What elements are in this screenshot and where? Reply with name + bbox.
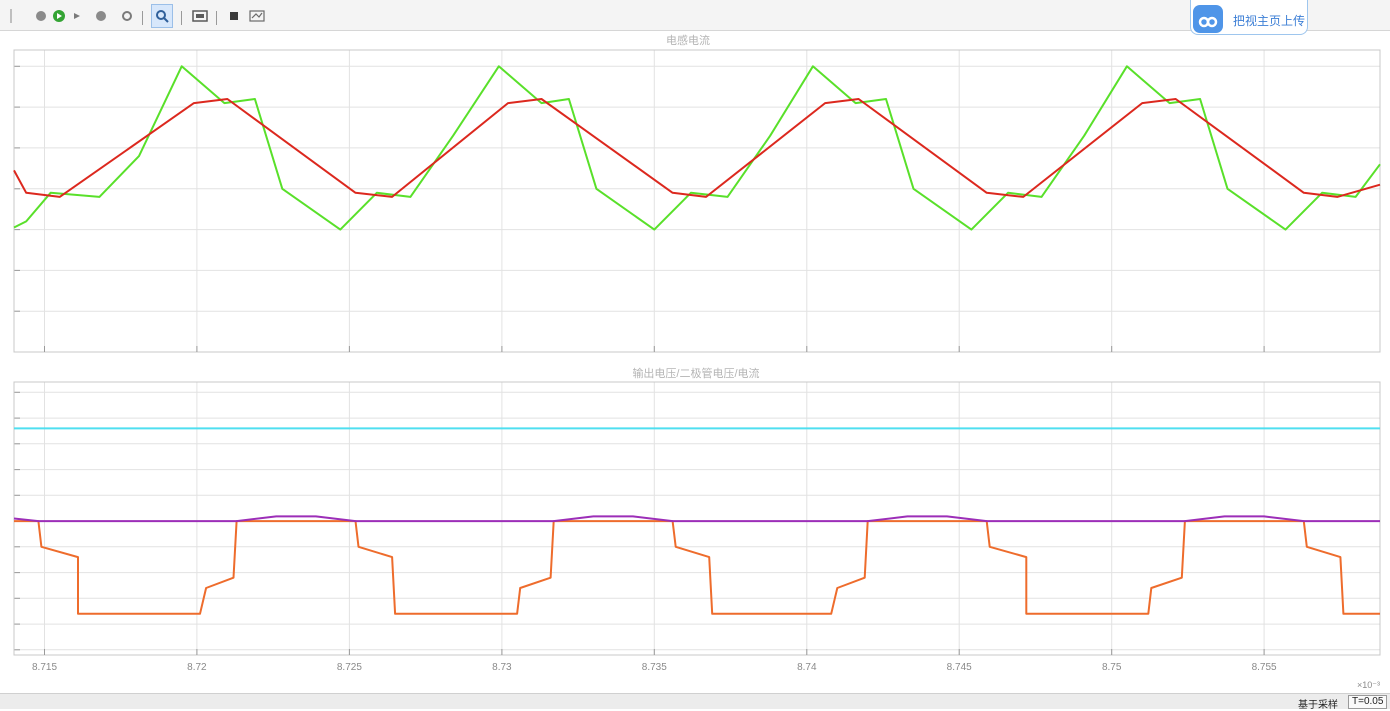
x-tick-label: 8.745 — [947, 662, 972, 673]
status-time: T=0.05 — [1348, 695, 1388, 709]
plot-area — [13, 381, 1381, 656]
x-tick-label: 8.75 — [1102, 662, 1122, 673]
x-tick-label: 8.725 — [337, 662, 362, 673]
scope-display: 电感电流 输出电压/二极管电压/电流 8.715 8.72 8.725 8.73 8.7… — [13, 33, 1381, 690]
x-tick-label: 8.73 — [492, 662, 512, 673]
chart-title: 输出电压/二极管电压/电流 — [632, 366, 759, 380]
series-group — [13, 427, 1380, 615]
inductor-current-panel[interactable]: 电感电流 — [13, 33, 1381, 353]
plot-area — [13, 49, 1381, 353]
x-tick-label: 8.72 — [187, 662, 207, 673]
status-bar: 基于采样 T=0.05 — [0, 693, 1390, 711]
grid — [14, 50, 1380, 352]
x-exponent-label: ×10⁻³ — [1357, 680, 1380, 690]
output-voltage-panel[interactable]: 输出电压/二极管电压/电流 8.715 8.72 8.725 8.73 8.735 8.7… — [13, 366, 1381, 690]
series-line-3 — [13, 515, 1380, 523]
x-tick-label: 8.755 — [1252, 662, 1277, 673]
chart-title: 电感电流 — [666, 33, 710, 47]
grid — [14, 382, 1380, 655]
x-tick-label: 8.74 — [797, 662, 817, 673]
series-line-2 — [14, 520, 1380, 615]
x-axis — [44, 346, 1265, 352]
x-axis: 8.715 8.72 8.725 8.73 8.735 8.74 8.745 8.75 8.75… — [32, 649, 1277, 673]
x-tick-label: 8.715 — [32, 662, 57, 673]
x-tick-label: 8.735 — [642, 662, 667, 673]
